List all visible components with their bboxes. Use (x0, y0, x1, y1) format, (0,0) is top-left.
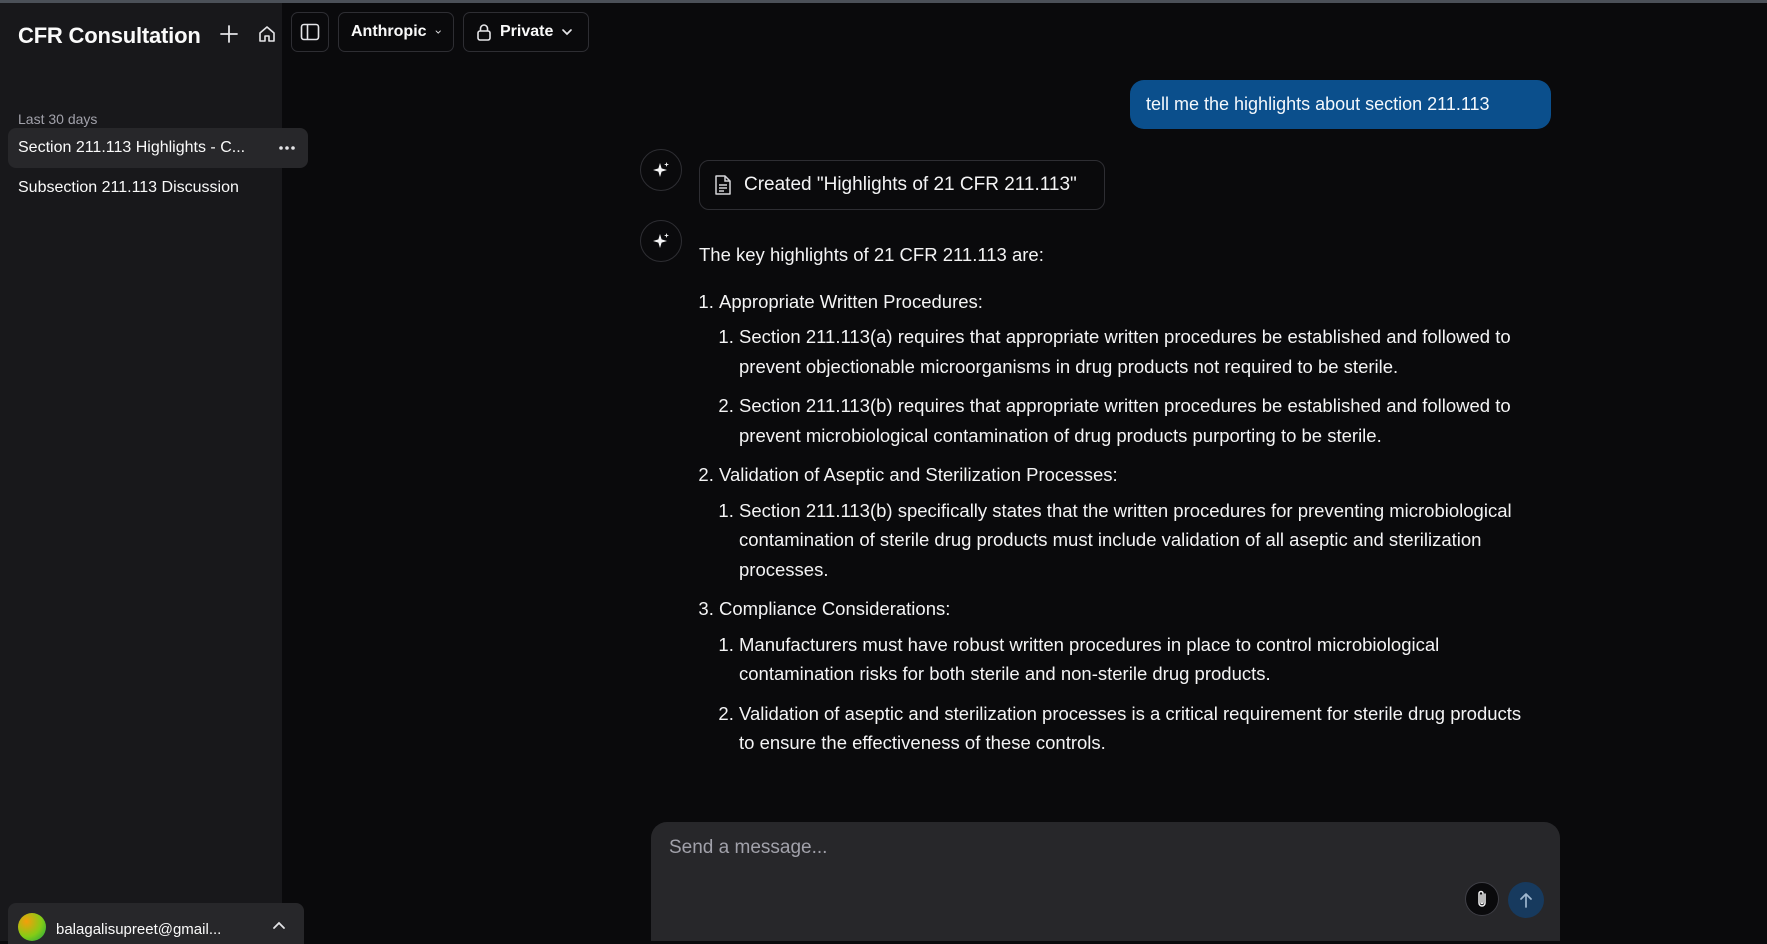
message-composer (651, 822, 1560, 941)
answer-section: Validation of Aseptic and Sterilization … (719, 460, 1539, 584)
answer-sublist: Section 211.113(a) requires that appropr… (719, 322, 1539, 450)
home-icon (259, 26, 275, 42)
new-chat-button[interactable] (214, 19, 244, 49)
answer-section: Appropriate Written Procedures: Section … (719, 287, 1539, 451)
answer-list: Appropriate Written Procedures: Section … (699, 287, 1539, 758)
answer-item: Manufacturers must have robust written p… (739, 630, 1539, 689)
answer-sublist: Manufacturers must have robust written p… (719, 630, 1539, 758)
answer-intro: The key highlights of 21 CFR 211.113 are… (699, 244, 1044, 265)
assistant-message: The key highlights of 21 CFR 211.113 are… (699, 240, 1539, 768)
document-result-card[interactable]: Created "Highlights of 21 CFR 211.113" (699, 160, 1105, 210)
answer-item: Validation of aseptic and sterilization … (739, 699, 1539, 758)
chevron-down-icon (562, 29, 573, 36)
user-message-bubble: tell me the highlights about section 211… (1130, 80, 1551, 129)
arrow-up-icon (1520, 893, 1532, 908)
model-selector[interactable]: Anthropic (338, 12, 454, 52)
visibility-selector[interactable]: Private (463, 12, 589, 52)
sparkles-icon (653, 162, 669, 177)
plus-icon (220, 25, 238, 43)
chat-options-button[interactable] (276, 137, 298, 159)
paperclip-icon (1478, 890, 1486, 907)
answer-sublist: Section 211.113(b) specifically states t… (719, 496, 1539, 585)
answer-item: Section 211.113(b) specifically states t… (739, 496, 1539, 585)
lock-icon (477, 24, 491, 41)
avatar (18, 913, 46, 941)
answer-section-title: Compliance Considerations: (719, 598, 951, 619)
sparkles-icon (653, 233, 669, 248)
assistant-avatar (640, 149, 682, 191)
home-button[interactable] (252, 19, 282, 49)
answer-section: Compliance Considerations: Manufacturers… (719, 594, 1539, 758)
visibility-label: Private (500, 23, 554, 40)
chevron-down-icon (435, 30, 441, 34)
file-text-icon (715, 175, 731, 195)
toggle-sidebar-button[interactable] (291, 12, 329, 52)
user-message-text: tell me the highlights about section 211… (1146, 94, 1490, 114)
sidebar-chat-item[interactable]: Subsection 211.113 Discussion (8, 168, 308, 208)
user-email: balagalisupreet@gmail... (56, 921, 222, 938)
answer-section-title: Appropriate Written Procedures: (719, 290, 983, 312)
chat-item-label: Subsection 211.113 Discussion (18, 179, 239, 196)
more-horizontal-icon (279, 146, 295, 150)
history-section-label: Last 30 days (18, 111, 98, 127)
chevron-up-icon (272, 917, 286, 935)
answer-item: Section 211.113(a) requires that appropr… (739, 322, 1539, 381)
chat-item-label: Section 211.113 Highlights - C... (18, 139, 246, 156)
app-title[interactable]: CFR Consultation (18, 23, 201, 49)
document-result-text: Created "Highlights of 21 CFR 211.113" (744, 174, 1077, 195)
attach-button[interactable] (1465, 882, 1499, 916)
answer-section-title: Validation of Aseptic and Sterilization … (719, 464, 1118, 485)
message-input[interactable] (667, 836, 1527, 860)
user-menu[interactable]: balagalisupreet@gmail... (8, 903, 304, 944)
sidebar: CFR Consultation Last 30 days Section 21… (0, 3, 308, 944)
assistant-avatar (640, 220, 682, 262)
model-label: Anthropic (351, 23, 427, 40)
sidebar-chat-item-active[interactable]: Section 211.113 Highlights - C... (8, 128, 308, 168)
sidebar-toggle-icon (300, 23, 320, 41)
answer-item: Section 211.113(b) requires that appropr… (739, 391, 1539, 450)
send-button[interactable] (1508, 882, 1544, 918)
